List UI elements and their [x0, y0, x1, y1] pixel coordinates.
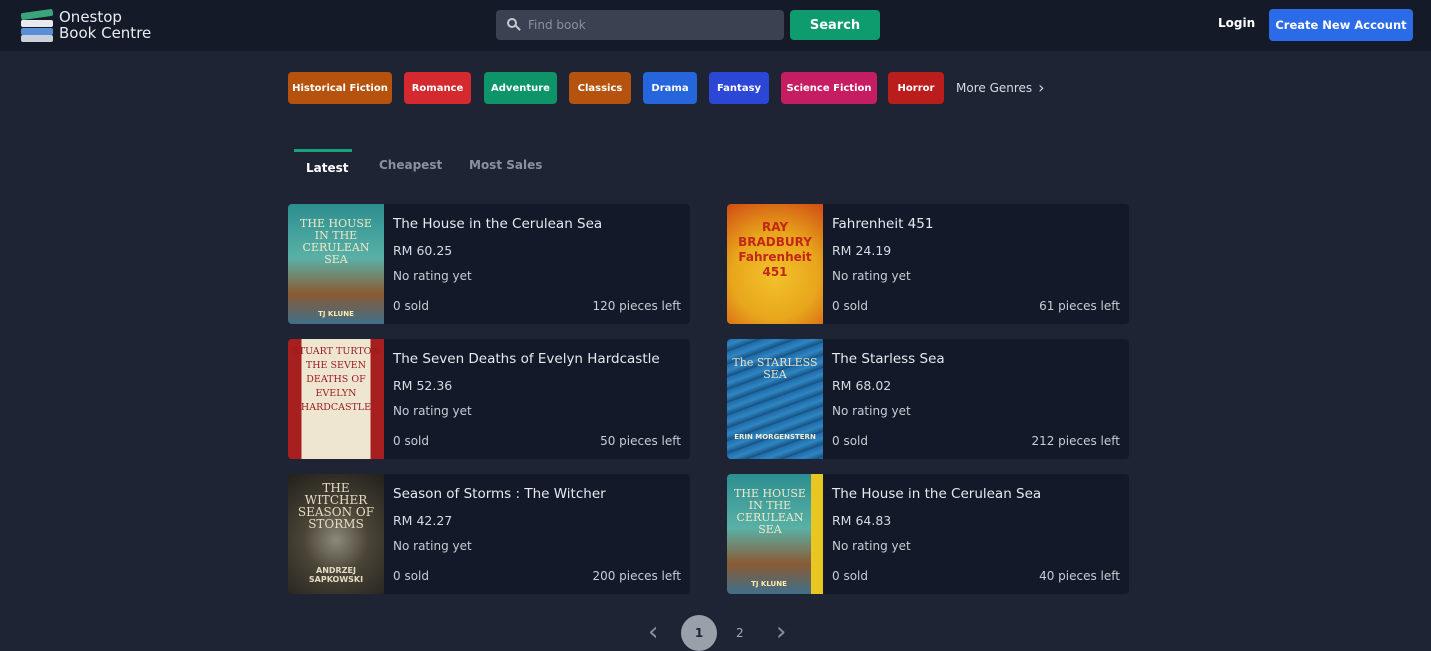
cover-title: THE HOUSE IN THE CERULEAN SEA	[734, 487, 806, 536]
cover-author: ERIN MORGENSTERN	[734, 433, 816, 441]
search-input[interactable]	[528, 11, 784, 39]
genre-romance[interactable]: Romance	[404, 72, 471, 104]
book-sold-count: 0 sold	[832, 299, 868, 313]
book-sold-count: 0 sold	[393, 569, 429, 583]
book-cover: STUART TURTON THE SEVEN DEATHS OF EVELYN…	[288, 339, 384, 459]
book-sold-count: 0 sold	[832, 569, 868, 583]
book-price: RM 42.27	[393, 513, 453, 528]
page-2-button[interactable]: 2	[736, 626, 744, 640]
chevron-left-icon[interactable]: ‹	[648, 618, 658, 646]
genre-historical-fiction[interactable]: Historical Fiction	[288, 72, 392, 104]
book-card[interactable]: STUART TURTON THE SEVEN DEATHS OF EVELYN…	[288, 339, 690, 459]
book-price: RM 24.19	[832, 243, 892, 258]
book-stock-left: 200 pieces left	[592, 569, 681, 583]
genre-adventure[interactable]: Adventure	[484, 72, 557, 104]
genre-classics[interactable]: Classics	[569, 72, 631, 104]
cover-title: STUART TURTON THE SEVEN DEATHS OF EVELYN…	[292, 346, 380, 413]
chevron-right-icon: ›	[1038, 78, 1045, 97]
book-stock-left: 212 pieces left	[1031, 434, 1120, 448]
active-tab-indicator	[294, 149, 352, 152]
top-navbar: Onestop Book Centre Search Login Create …	[0, 0, 1431, 51]
cover-title: THE HOUSE IN THE CERULEAN SEA	[300, 217, 372, 266]
genre-science-fiction[interactable]: Science Fiction	[781, 72, 877, 104]
cover-title: RAY BRADBURY Fahrenheit 451	[738, 220, 812, 279]
book-rating: No rating yet	[393, 539, 472, 553]
tab-most-sales[interactable]: Most Sales	[469, 158, 542, 172]
book-card[interactable]: The STARLESS SEA ERIN MORGENSTERN The St…	[727, 339, 1129, 459]
book-price: RM 60.25	[393, 243, 453, 258]
book-card[interactable]: RAY BRADBURY Fahrenheit 451 Fahrenheit 4…	[727, 204, 1129, 324]
tab-latest[interactable]: Latest	[306, 161, 349, 175]
chevron-right-icon[interactable]: ›	[776, 618, 786, 646]
create-account-button[interactable]: Create New Account	[1269, 9, 1413, 41]
book-cover: THE WITCHER SEASON OF STORMS ANDRZEJ SAP…	[288, 474, 384, 594]
book-card[interactable]: THE HOUSE IN THE CERULEAN SEA TJ KLUNE T…	[727, 474, 1129, 594]
genre-fantasy[interactable]: Fantasy	[709, 72, 769, 104]
book-title: Fahrenheit 451	[832, 216, 934, 232]
book-rating: No rating yet	[832, 269, 911, 283]
book-price: RM 52.36	[393, 378, 453, 393]
book-stock-left: 120 pieces left	[592, 299, 681, 313]
book-rating: No rating yet	[832, 404, 911, 418]
books-stack-icon	[19, 8, 55, 42]
login-link[interactable]: Login	[1218, 16, 1255, 30]
book-rating: No rating yet	[393, 269, 472, 283]
brand-logo[interactable]: Onestop Book Centre	[19, 8, 151, 42]
book-rating: No rating yet	[393, 404, 472, 418]
book-cover: RAY BRADBURY Fahrenheit 451	[727, 204, 823, 324]
book-title: The House in the Cerulean Sea	[393, 216, 603, 232]
book-sold-count: 0 sold	[832, 434, 868, 448]
genre-drama[interactable]: Drama	[643, 72, 697, 104]
book-card[interactable]: THE WITCHER SEASON OF STORMS ANDRZEJ SAP…	[288, 474, 690, 594]
book-title: The Starless Sea	[832, 351, 945, 367]
book-stock-left: 40 pieces left	[1039, 569, 1120, 583]
book-stock-left: 61 pieces left	[1039, 299, 1120, 313]
book-cover: The STARLESS SEA ERIN MORGENSTERN	[727, 339, 823, 459]
cover-title: THE WITCHER SEASON OF STORMS	[297, 481, 375, 531]
book-cover: THE HOUSE IN THE CERULEAN SEA TJ KLUNE	[288, 204, 384, 324]
genre-horror[interactable]: Horror	[888, 72, 944, 104]
tab-cheapest[interactable]: Cheapest	[379, 158, 442, 172]
brand-line-1: Onestop	[59, 8, 122, 26]
search-icon	[496, 10, 528, 40]
more-genres-link[interactable]: More Genres ›	[956, 78, 1045, 97]
book-title: Season of Storms : The Witcher	[393, 486, 606, 502]
search-bar	[496, 10, 784, 40]
brand-name: Onestop Book Centre	[59, 9, 151, 41]
brand-line-2: Book Centre	[59, 24, 152, 42]
search-button[interactable]: Search	[790, 10, 880, 40]
cover-author: ANDRZEJ SAPKOWSKI	[308, 566, 364, 584]
book-stock-left: 50 pieces left	[600, 434, 681, 448]
cover-author: TJ KLUNE	[751, 580, 787, 588]
cover-author: TJ KLUNE	[318, 310, 354, 318]
more-genres-label: More Genres	[956, 81, 1033, 95]
book-title: The House in the Cerulean Sea	[832, 486, 1042, 502]
book-price: RM 64.83	[832, 513, 892, 528]
book-rating: No rating yet	[832, 539, 911, 553]
book-title: The Seven Deaths of Evelyn Hardcastle	[393, 351, 660, 367]
book-card[interactable]: THE HOUSE IN THE CERULEAN SEA TJ KLUNE T…	[288, 204, 690, 324]
cover-title: The STARLESS SEA	[732, 356, 818, 381]
page-1-button[interactable]: 1	[681, 615, 717, 651]
book-cover: THE HOUSE IN THE CERULEAN SEA TJ KLUNE	[727, 474, 823, 594]
book-price: RM 68.02	[832, 378, 892, 393]
book-sold-count: 0 sold	[393, 434, 429, 448]
book-sold-count: 0 sold	[393, 299, 429, 313]
